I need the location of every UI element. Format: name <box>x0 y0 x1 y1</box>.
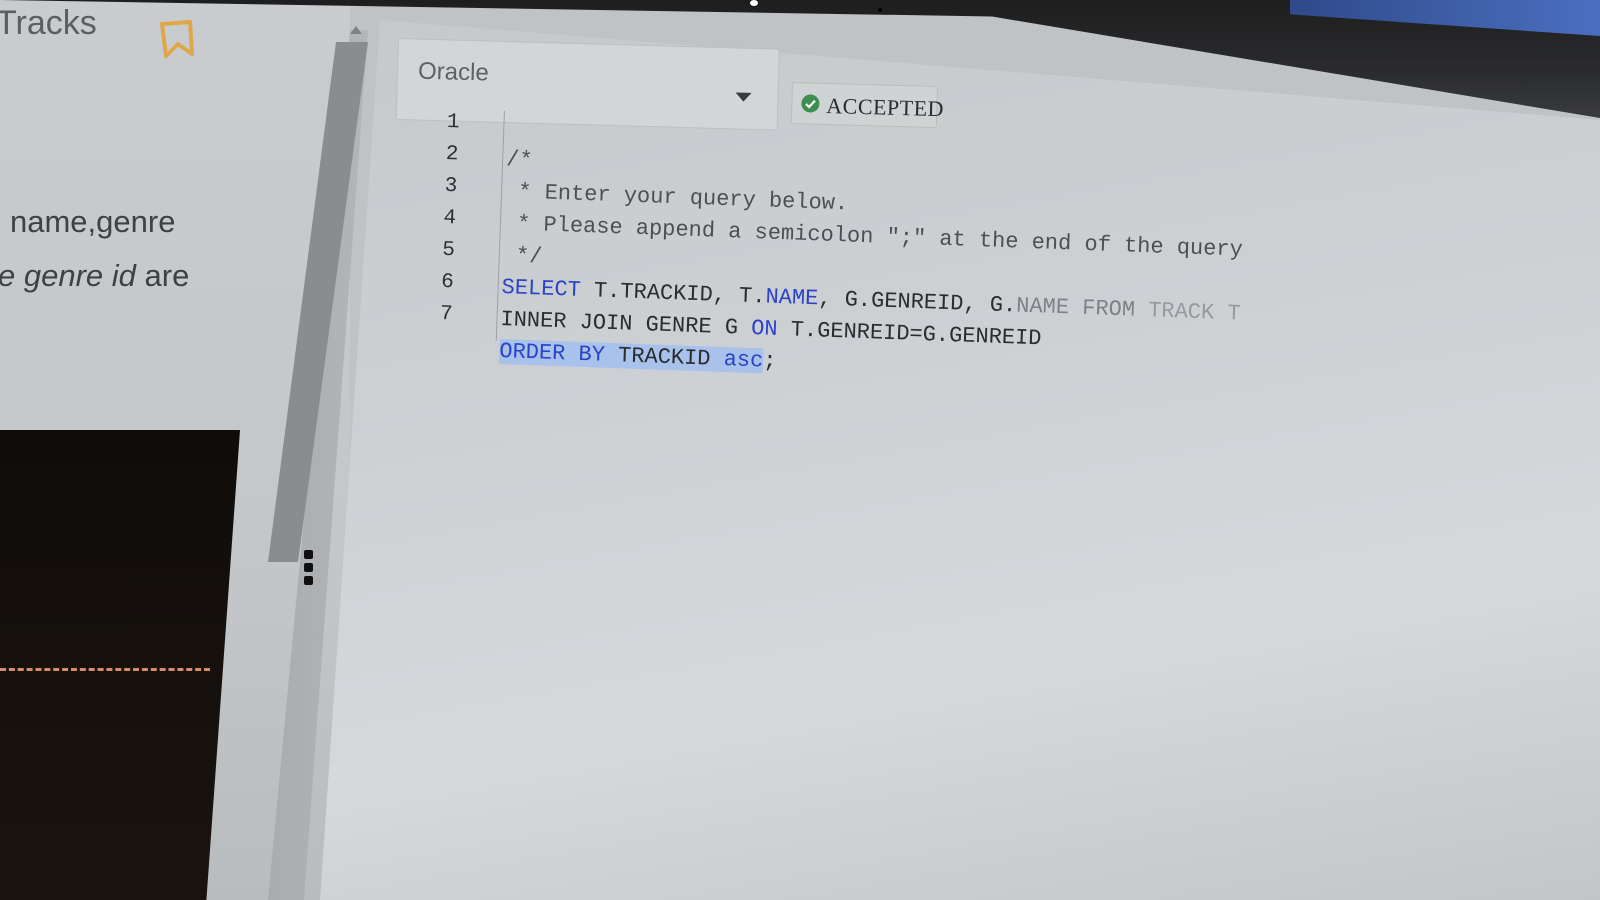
code-line: 7 ORDER BY TRACKID asc; <box>412 300 777 374</box>
code-text: * Enter your query below. <box>504 179 849 217</box>
keyword: asc <box>723 347 764 374</box>
language-select-value: Oracle <box>417 57 490 87</box>
code-token: , G.GENREID, G. <box>817 286 1017 319</box>
description-text-suffix: are <box>144 258 190 293</box>
code-text: ORDER BY TRACKID asc; <box>498 339 777 374</box>
code-line: 6 INNER JOIN GENRE G ON T.GENREID=G.GENR… <box>413 268 1042 351</box>
bezel-dot <box>878 8 882 12</box>
check-circle-icon <box>801 94 820 113</box>
selected-text: ORDER BY TRACKID asc <box>498 339 764 374</box>
code-line: 4 */ <box>415 204 543 270</box>
keyword: ORDER BY <box>498 339 606 368</box>
line-number: 2 <box>445 142 459 167</box>
keyword: FROM <box>1081 295 1136 323</box>
problem-image <box>0 430 240 900</box>
line-number: 3 <box>444 174 458 199</box>
code-line: 5 SELECT T.TRACKID, T.NAME, G.GENREID, G… <box>414 236 1241 327</box>
bezel-light <box>750 0 758 6</box>
code-line: 2 * Enter your query below. <box>418 140 848 216</box>
line-number: 1 <box>446 110 460 135</box>
problem-description-line2: e genre id are <box>0 258 189 294</box>
code-token: T.GENREID=G.GENREID <box>777 316 1042 352</box>
code-token: TRACK T <box>1134 297 1241 327</box>
keyword: SELECT <box>501 275 582 303</box>
line-number: 4 <box>443 206 457 231</box>
problem-description-line1: name,genre <box>10 204 176 239</box>
code-line: 3 * Please append a semicolon ";" at the… <box>417 172 1243 263</box>
code-token: TRACKID <box>604 342 725 373</box>
dashed-divider <box>0 668 210 671</box>
line-number: 5 <box>441 238 456 263</box>
scroll-up-arrow-icon[interactable] <box>350 26 362 34</box>
description-text-prefix: e genre id <box>0 258 136 293</box>
bookmark-icon[interactable] <box>158 20 198 58</box>
line-number: 6 <box>440 270 455 295</box>
code-line: 1 /* <box>419 108 533 173</box>
keyword: NAME <box>765 284 819 312</box>
line-number: 7 <box>439 302 454 327</box>
chevron-down-icon <box>735 92 752 102</box>
code-token: ; <box>762 348 777 374</box>
code-token: T.TRACKID, T. <box>580 277 766 310</box>
code-text: * Please append a semicolon ";" at the e… <box>503 211 1244 263</box>
code-editor[interactable]: 1 /* 2 * Enter your query below. 3 * Ple… <box>411 108 1420 404</box>
keyword: NAME <box>1015 293 1070 321</box>
keyword: ON <box>750 315 779 342</box>
status-badge-label: ACCEPTED <box>826 92 945 122</box>
problem-title: Tracks <box>0 4 97 42</box>
code-text: /* <box>505 147 534 174</box>
drag-handle-icon[interactable] <box>304 550 318 588</box>
code-text: */ <box>502 243 543 270</box>
code-token: INNER JOIN GENRE G <box>500 307 752 341</box>
